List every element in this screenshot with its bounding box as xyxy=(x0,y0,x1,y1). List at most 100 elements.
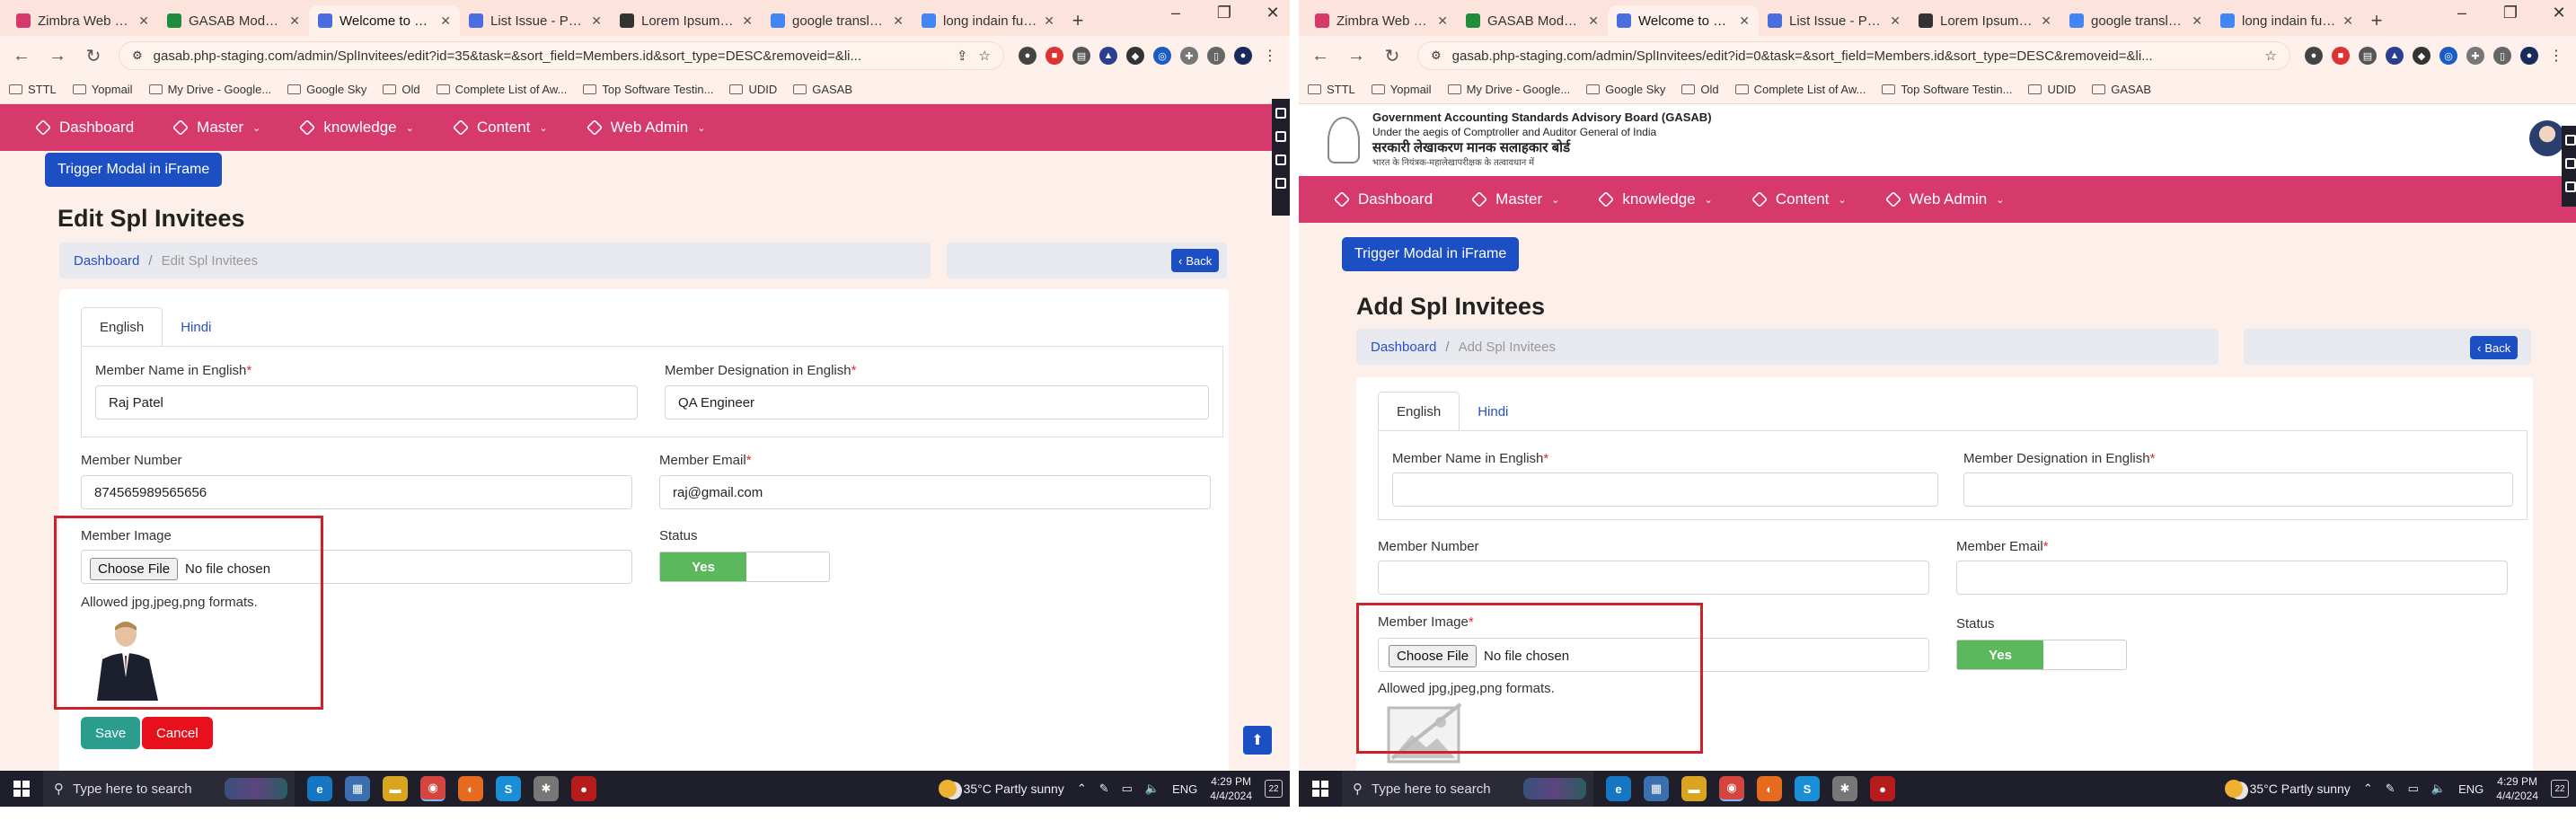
bookmark-item[interactable]: UDID xyxy=(729,83,777,96)
extension-icon[interactable]: ● xyxy=(2305,47,2323,65)
record-app-icon[interactable]: ● xyxy=(571,776,596,801)
browser-tab[interactable]: Welcome to Short ✕ xyxy=(1608,5,1759,36)
network-icon[interactable]: ▭ xyxy=(2408,781,2419,796)
bookmark-item[interactable]: Old xyxy=(1681,83,1719,96)
menu-item-knowledge[interactable]: knowledge ⌄ xyxy=(1598,190,1713,208)
volume-icon[interactable]: 🔈 xyxy=(1145,781,1160,796)
tool-app-icon[interactable]: ✱ xyxy=(1832,776,1857,801)
tray-app-icon[interactable]: ✎ xyxy=(1099,781,1109,796)
tab-close-icon[interactable]: ✕ xyxy=(1044,13,1054,29)
video-icon[interactable] xyxy=(2565,158,2576,169)
language-indicator[interactable]: ENG xyxy=(2458,782,2483,796)
menu-item-master[interactable]: Master ⌄ xyxy=(172,119,260,137)
tool-app-icon[interactable]: ✱ xyxy=(534,776,559,801)
menu-item-web-admin[interactable]: Web Admin ⌄ xyxy=(1884,190,2004,208)
record-app-icon[interactable]: ● xyxy=(1870,776,1895,801)
user-avatar[interactable] xyxy=(2529,120,2565,156)
tab-close-icon[interactable]: ✕ xyxy=(440,13,451,29)
tray-app-icon[interactable]: ✎ xyxy=(2386,781,2395,796)
site-info-icon[interactable]: ⚙ xyxy=(1431,49,1442,63)
member-email-input[interactable]: raj@gmail.com xyxy=(659,475,1211,509)
back-arrow-icon[interactable]: ← xyxy=(11,46,32,66)
tab-close-icon[interactable]: ✕ xyxy=(2041,13,2051,29)
extensions-puzzle-icon[interactable]: ✚ xyxy=(2466,47,2484,65)
save-button[interactable]: Save xyxy=(81,717,141,749)
forward-arrow-icon[interactable]: → xyxy=(1345,46,1367,66)
address-bar[interactable]: ⚙ gasab.php-staging.com/admin/SplInvitee… xyxy=(119,41,1004,70)
browser-tab[interactable]: Lorem Ipsum - All ✕ xyxy=(611,5,762,36)
firefox-icon[interactable]: ◐ xyxy=(458,776,483,801)
address-bar[interactable]: ⚙ gasab.php-staging.com/admin/SplInvitee… xyxy=(1417,41,2290,70)
status-toggle[interactable]: Yes xyxy=(1956,640,2127,670)
bookmark-item[interactable]: STTL xyxy=(1308,83,1355,96)
browser-tab[interactable]: google translate - ✕ xyxy=(762,5,913,36)
tab-hindi[interactable]: Hindi xyxy=(163,307,229,347)
browser-tab[interactable]: List Issue - Project ✕ xyxy=(1759,5,1910,36)
language-indicator[interactable]: ENG xyxy=(1172,782,1197,796)
extension-icon[interactable]: ● xyxy=(1019,47,1037,65)
tab-close-icon[interactable]: ✕ xyxy=(1890,13,1901,29)
minimize-icon[interactable]: – xyxy=(1162,4,1189,22)
bookmark-item[interactable]: Top Software Testin... xyxy=(1882,83,2012,96)
tab-close-icon[interactable]: ✕ xyxy=(1588,13,1599,29)
extension-icon[interactable]: ▲ xyxy=(1099,47,1117,65)
scroll-to-top-button[interactable]: ⬆ xyxy=(1243,726,1272,755)
taskbar-search[interactable]: ⚲ Type here to search xyxy=(1342,771,1593,807)
firefox-icon[interactable]: ◐ xyxy=(1757,776,1782,801)
store-icon[interactable]: ▦ xyxy=(1644,776,1669,801)
copy-icon[interactable] xyxy=(1275,155,1286,165)
network-icon[interactable]: ▭ xyxy=(1122,781,1133,796)
close-icon[interactable]: ✕ xyxy=(1259,4,1286,22)
member-email-input[interactable] xyxy=(1956,561,2508,595)
tab-close-icon[interactable]: ✕ xyxy=(893,13,904,29)
sidepanel-icon[interactable]: ▯ xyxy=(2493,47,2511,65)
bookmark-item[interactable]: GASAB xyxy=(793,83,852,96)
browser-tab[interactable]: List Issue - Project ✕ xyxy=(460,5,611,36)
edge-icon[interactable]: e xyxy=(1606,776,1631,801)
member-name-input[interactable]: Raj Patel xyxy=(95,385,638,419)
browser-tab[interactable]: long indain full na ✕ xyxy=(913,5,1063,36)
settings-icon[interactable] xyxy=(2565,181,2576,192)
tab-english[interactable]: English xyxy=(1378,392,1460,431)
member-designation-input[interactable]: QA Engineer xyxy=(665,385,1209,419)
browser-tab[interactable]: Lorem Ipsum - All ✕ xyxy=(1910,5,2060,36)
browser-tab[interactable]: GASAB Module Sh ✕ xyxy=(158,5,309,36)
notification-badge-icon[interactable]: 22 xyxy=(2551,780,2569,798)
chrome-icon[interactable]: ◉ xyxy=(1719,776,1744,801)
chrome-icon[interactable]: ◉ xyxy=(420,776,446,801)
skype-icon[interactable]: S xyxy=(496,776,521,801)
new-tab-button[interactable]: + xyxy=(1063,5,1092,36)
edge-icon[interactable]: e xyxy=(307,776,332,801)
store-icon[interactable]: ▦ xyxy=(345,776,370,801)
browser-tab[interactable]: google translate - ✕ xyxy=(2060,5,2211,36)
bookmark-star-icon[interactable]: ☆ xyxy=(979,48,991,64)
restore-icon[interactable]: ❐ xyxy=(1211,4,1238,22)
browser-tab[interactable]: Zimbra Web Clien ✕ xyxy=(1306,5,1457,36)
bookmark-item[interactable]: My Drive - Google... xyxy=(148,83,271,96)
volume-icon[interactable]: 🔈 xyxy=(2431,781,2446,796)
new-tab-button[interactable]: + xyxy=(2362,5,2391,36)
forward-arrow-icon[interactable]: → xyxy=(47,46,68,66)
clock[interactable]: 4:29 PM 4/4/2024 xyxy=(2496,774,2538,803)
bookmark-item[interactable]: Yopmail xyxy=(72,83,133,96)
back-button[interactable]: ‹ Back xyxy=(2470,336,2519,359)
extension-icon[interactable]: ◆ xyxy=(2413,47,2430,65)
bookmark-item[interactable]: My Drive - Google... xyxy=(1447,83,1570,96)
sidepanel-icon[interactable]: ▯ xyxy=(1207,47,1225,65)
extension-icon[interactable]: ▲ xyxy=(2386,47,2404,65)
video-icon[interactable] xyxy=(1275,131,1286,142)
site-info-icon[interactable]: ⚙ xyxy=(132,49,143,63)
browser-tab[interactable]: GASAB Module Sh ✕ xyxy=(1457,5,1608,36)
extension-icon[interactable]: ▤ xyxy=(2359,47,2377,65)
reload-icon[interactable]: ↻ xyxy=(1381,45,1403,67)
menu-item-content[interactable]: Content ⌄ xyxy=(452,119,548,137)
start-button[interactable] xyxy=(0,771,43,807)
menu-item-dashboard[interactable]: Dashboard xyxy=(1333,190,1433,208)
menu-kebab-icon[interactable]: ⋮ xyxy=(1261,47,1279,65)
bookmark-item[interactable]: Google Sky xyxy=(1586,83,1665,96)
bookmark-item[interactable]: Top Software Testin... xyxy=(583,83,713,96)
back-button[interactable]: ‹ Back xyxy=(1171,249,1220,272)
profile-avatar-icon[interactable]: ● xyxy=(2520,47,2538,65)
bookmark-item[interactable]: UDID xyxy=(2028,83,2076,96)
notification-badge-icon[interactable]: 22 xyxy=(1265,780,1283,798)
